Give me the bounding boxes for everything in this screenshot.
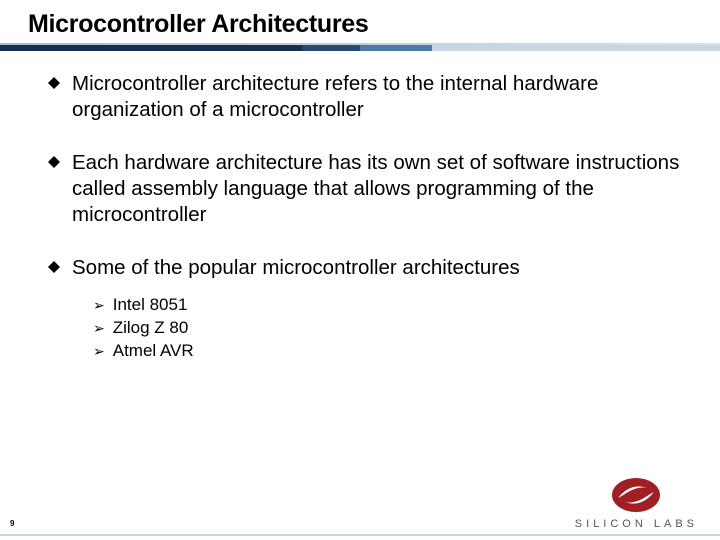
sub-bullet-text: Intel 8051	[113, 295, 188, 315]
sub-bullet-text: Atmel AVR	[113, 341, 194, 361]
arrow-bullet-icon: ➢	[93, 297, 105, 314]
sub-bullet-item: ➢ Atmel AVR	[93, 341, 690, 361]
bullet-item: Some of the popular microcontroller arch…	[48, 255, 690, 281]
title-bar: Microcontroller Architectures	[0, 0, 720, 45]
sub-bullet-text: Zilog Z 80	[113, 318, 189, 338]
bullet-text: Microcontroller architecture refers to t…	[72, 71, 690, 122]
logo-text: SILICON LABS	[575, 518, 698, 530]
bullet-text: Some of the popular microcontroller arch…	[72, 255, 520, 281]
arrow-bullet-icon: ➢	[93, 343, 105, 360]
sub-bullet-item: ➢ Zilog Z 80	[93, 318, 690, 338]
bottom-divider	[0, 534, 720, 536]
diamond-bullet-icon	[48, 261, 60, 273]
bullet-item: Microcontroller architecture refers to t…	[48, 71, 690, 122]
sub-bullet-list: ➢ Intel 8051 ➢ Zilog Z 80 ➢ Atmel AVR	[48, 295, 690, 361]
arrow-bullet-icon: ➢	[93, 320, 105, 337]
bullet-text: Each hardware architecture has its own s…	[72, 150, 690, 227]
diamond-bullet-icon	[48, 77, 60, 89]
bullet-item: Each hardware architecture has its own s…	[48, 150, 690, 227]
slide-title: Microcontroller Architectures	[28, 10, 720, 39]
page-number: 9	[10, 519, 14, 528]
logo-swirl-icon	[608, 474, 664, 516]
logo: SILICON LABS	[575, 474, 698, 530]
slide-content: Microcontroller architecture refers to t…	[0, 51, 720, 361]
diamond-bullet-icon	[48, 156, 60, 168]
sub-bullet-item: ➢ Intel 8051	[93, 295, 690, 315]
title-underline	[0, 45, 720, 51]
